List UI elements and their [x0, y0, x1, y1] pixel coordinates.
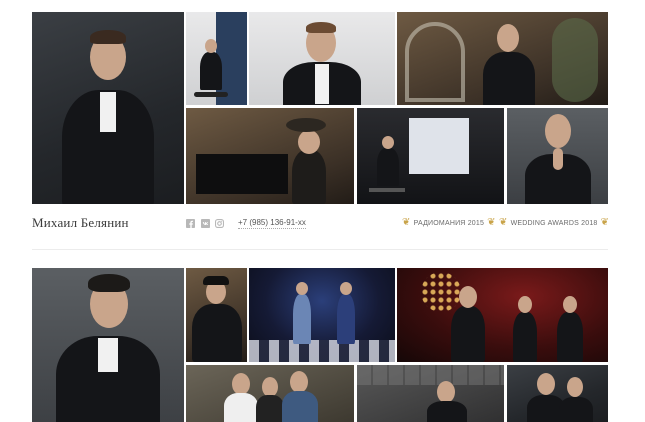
vk-icon[interactable] — [201, 219, 210, 228]
laurel-left-icon: ❦ — [402, 217, 411, 228]
instagram-icon[interactable] — [215, 219, 224, 228]
profile-2-photo-stage[interactable] — [249, 268, 395, 362]
award-label: WEDDING AWARDS 2018 — [510, 219, 598, 227]
profile-1-photo-hoverboard[interactable] — [186, 12, 247, 105]
profile-1-photo-wedding-arch[interactable] — [397, 12, 608, 105]
profile-2-photo-kitchen[interactable] — [186, 365, 354, 422]
profile-1-photo-prayer-hands[interactable] — [507, 108, 608, 204]
profile-2-photo-duo[interactable] — [507, 365, 608, 422]
profile-1-photo-piano[interactable] — [186, 108, 354, 204]
profile-1-photo-screen[interactable] — [357, 108, 504, 204]
profile-2-photo-loft[interactable] — [357, 365, 504, 422]
award-label: РАДИОМАНИЯ 2015 — [413, 219, 485, 227]
laurel-right-icon: ❦ — [487, 217, 496, 228]
laurel-right-icon: ❦ — [600, 217, 610, 228]
laurel-left-icon: ❦ — [499, 217, 508, 228]
award-badge-1: ❦ РАДИОМАНИЯ 2015 ❦ — [402, 217, 496, 228]
profile-1-main-photo[interactable] — [32, 12, 184, 204]
facebook-icon[interactable] — [186, 219, 195, 228]
phone-number[interactable]: +7 (985) 136-91-xx — [238, 218, 306, 229]
profile-2-photo-cap[interactable] — [186, 268, 247, 362]
award-badge-2: ❦ WEDDING AWARDS 2018 ❦ — [499, 217, 610, 228]
section-divider — [32, 249, 608, 250]
profile-1-photo-portrait-white[interactable] — [249, 12, 395, 105]
profile-2-main-photo[interactable] — [32, 268, 184, 422]
profile-name[interactable]: Михаил Белянин — [32, 215, 129, 231]
profile-2-photo-band[interactable] — [397, 268, 608, 362]
